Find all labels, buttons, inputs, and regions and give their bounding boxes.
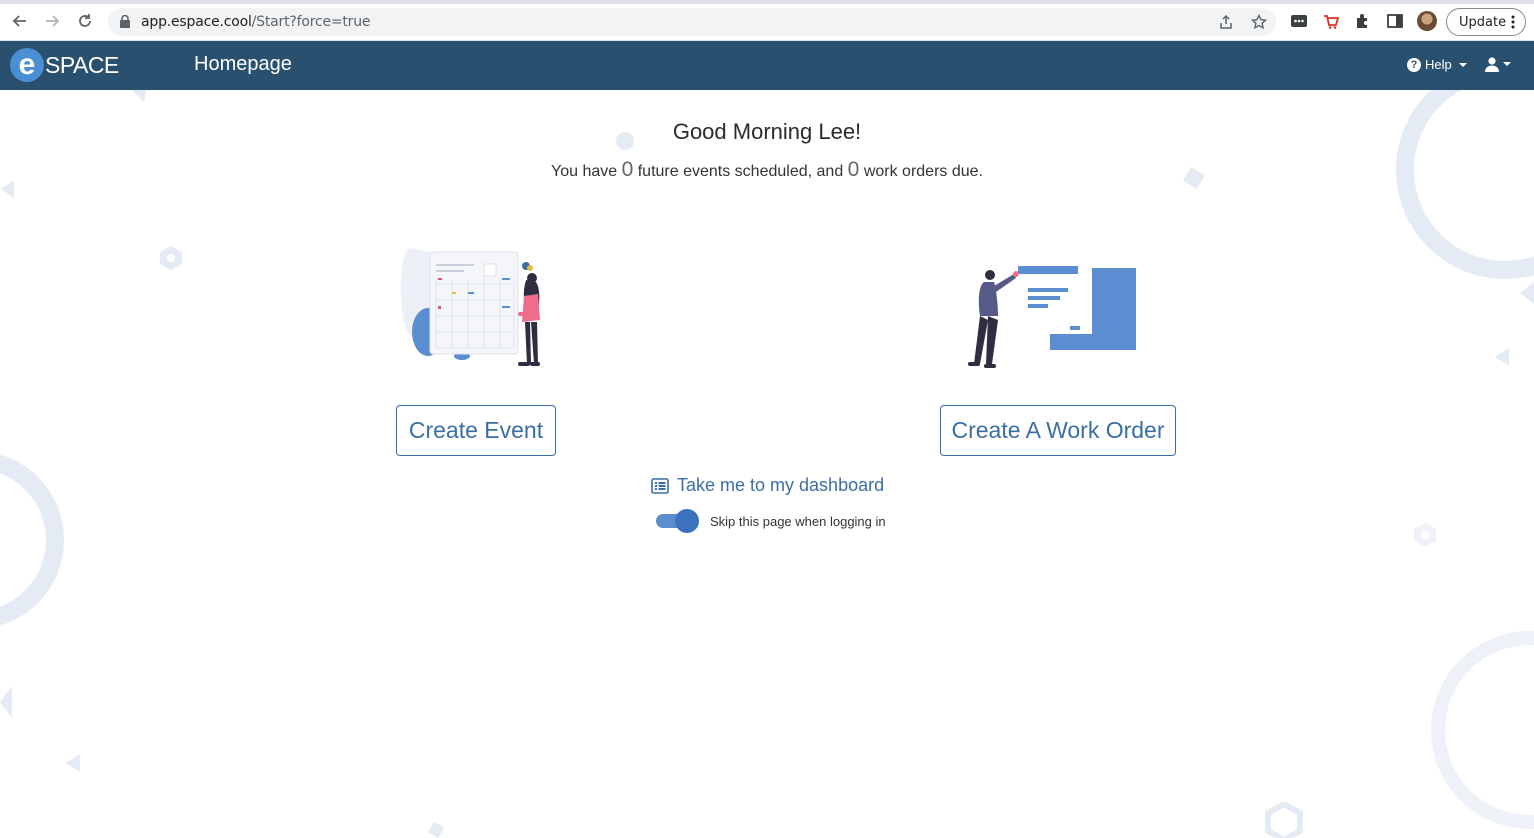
calendar-illustration [400, 248, 540, 366]
decorative-ring [0, 454, 64, 626]
update-button[interactable]: Update [1446, 8, 1526, 36]
logo-e-mark: e [10, 48, 44, 82]
greeting-heading: Good Morning Lee! [672, 119, 862, 144]
help-label: Help [1425, 57, 1452, 72]
user-menu[interactable] [1484, 56, 1511, 72]
tab-strip [0, 0, 1534, 4]
star-icon[interactable] [1251, 14, 1267, 30]
lock-icon [120, 15, 130, 28]
reload-icon[interactable] [75, 11, 95, 31]
side-panel-icon[interactable] [1386, 12, 1404, 30]
skip-page-label: Skip this page when logging in [710, 513, 886, 529]
create-work-order-button[interactable]: Create A Work Order [940, 405, 1176, 456]
share-icon[interactable] [1218, 14, 1234, 30]
browser-chrome: app.espace.cool/Start?force=true Update [0, 0, 1534, 41]
events-count: 0 [621, 158, 634, 181]
skip-page-setting: Skip this page when logging in [656, 509, 886, 533]
espace-logo[interactable]: e SPACE [10, 48, 119, 82]
url-text: app.espace.cool/Start?force=true [141, 14, 371, 30]
chevron-down-icon [1458, 62, 1467, 67]
dashboard-link[interactable]: Take me to my dashboard [651, 475, 884, 496]
toggle-knob [675, 509, 699, 533]
address-bar[interactable]: app.espace.cool/Start?force=true [108, 8, 1276, 36]
chevron-down-icon [1503, 62, 1511, 66]
decorative-triangle [66, 754, 80, 772]
cart-extension-icon[interactable] [1322, 12, 1340, 30]
profile-avatar[interactable] [1417, 11, 1437, 31]
puzzle-icon[interactable] [1354, 12, 1372, 30]
skip-page-toggle[interactable] [656, 509, 700, 533]
user-icon [1485, 57, 1499, 72]
decorative-triangle [0, 686, 12, 718]
work-order-illustration [968, 266, 1136, 368]
decorative-triangle [1520, 282, 1534, 304]
extension-dots-icon[interactable] [1290, 12, 1308, 30]
back-icon[interactable] [10, 11, 30, 31]
dashboard-link-label: Take me to my dashboard [677, 475, 885, 495]
create-event-button[interactable]: Create Event [396, 405, 556, 456]
decorative-triangle [132, 90, 146, 102]
work-orders-count: 0 [847, 158, 860, 181]
list-alt-icon [651, 477, 669, 494]
decorative-hexagon [1414, 523, 1436, 547]
decorative-hexagon [1265, 802, 1303, 838]
more-vert-icon [1511, 15, 1515, 29]
logo-wordmark: SPACE [45, 51, 119, 78]
schedule-summary: You have 0 future events scheduled, and … [551, 158, 983, 181]
app-header: e SPACE Homepage ? Help [0, 41, 1534, 90]
forward-icon[interactable] [42, 11, 62, 31]
decorative-hexagon [160, 246, 182, 270]
help-circle-icon: ? [1407, 57, 1421, 72]
page-title: Homepage [194, 53, 292, 75]
decorative-triangle [1495, 348, 1509, 366]
help-menu[interactable]: ? Help [1407, 57, 1467, 72]
decorative-diamond [427, 821, 445, 838]
decorative-ring [1431, 631, 1534, 829]
